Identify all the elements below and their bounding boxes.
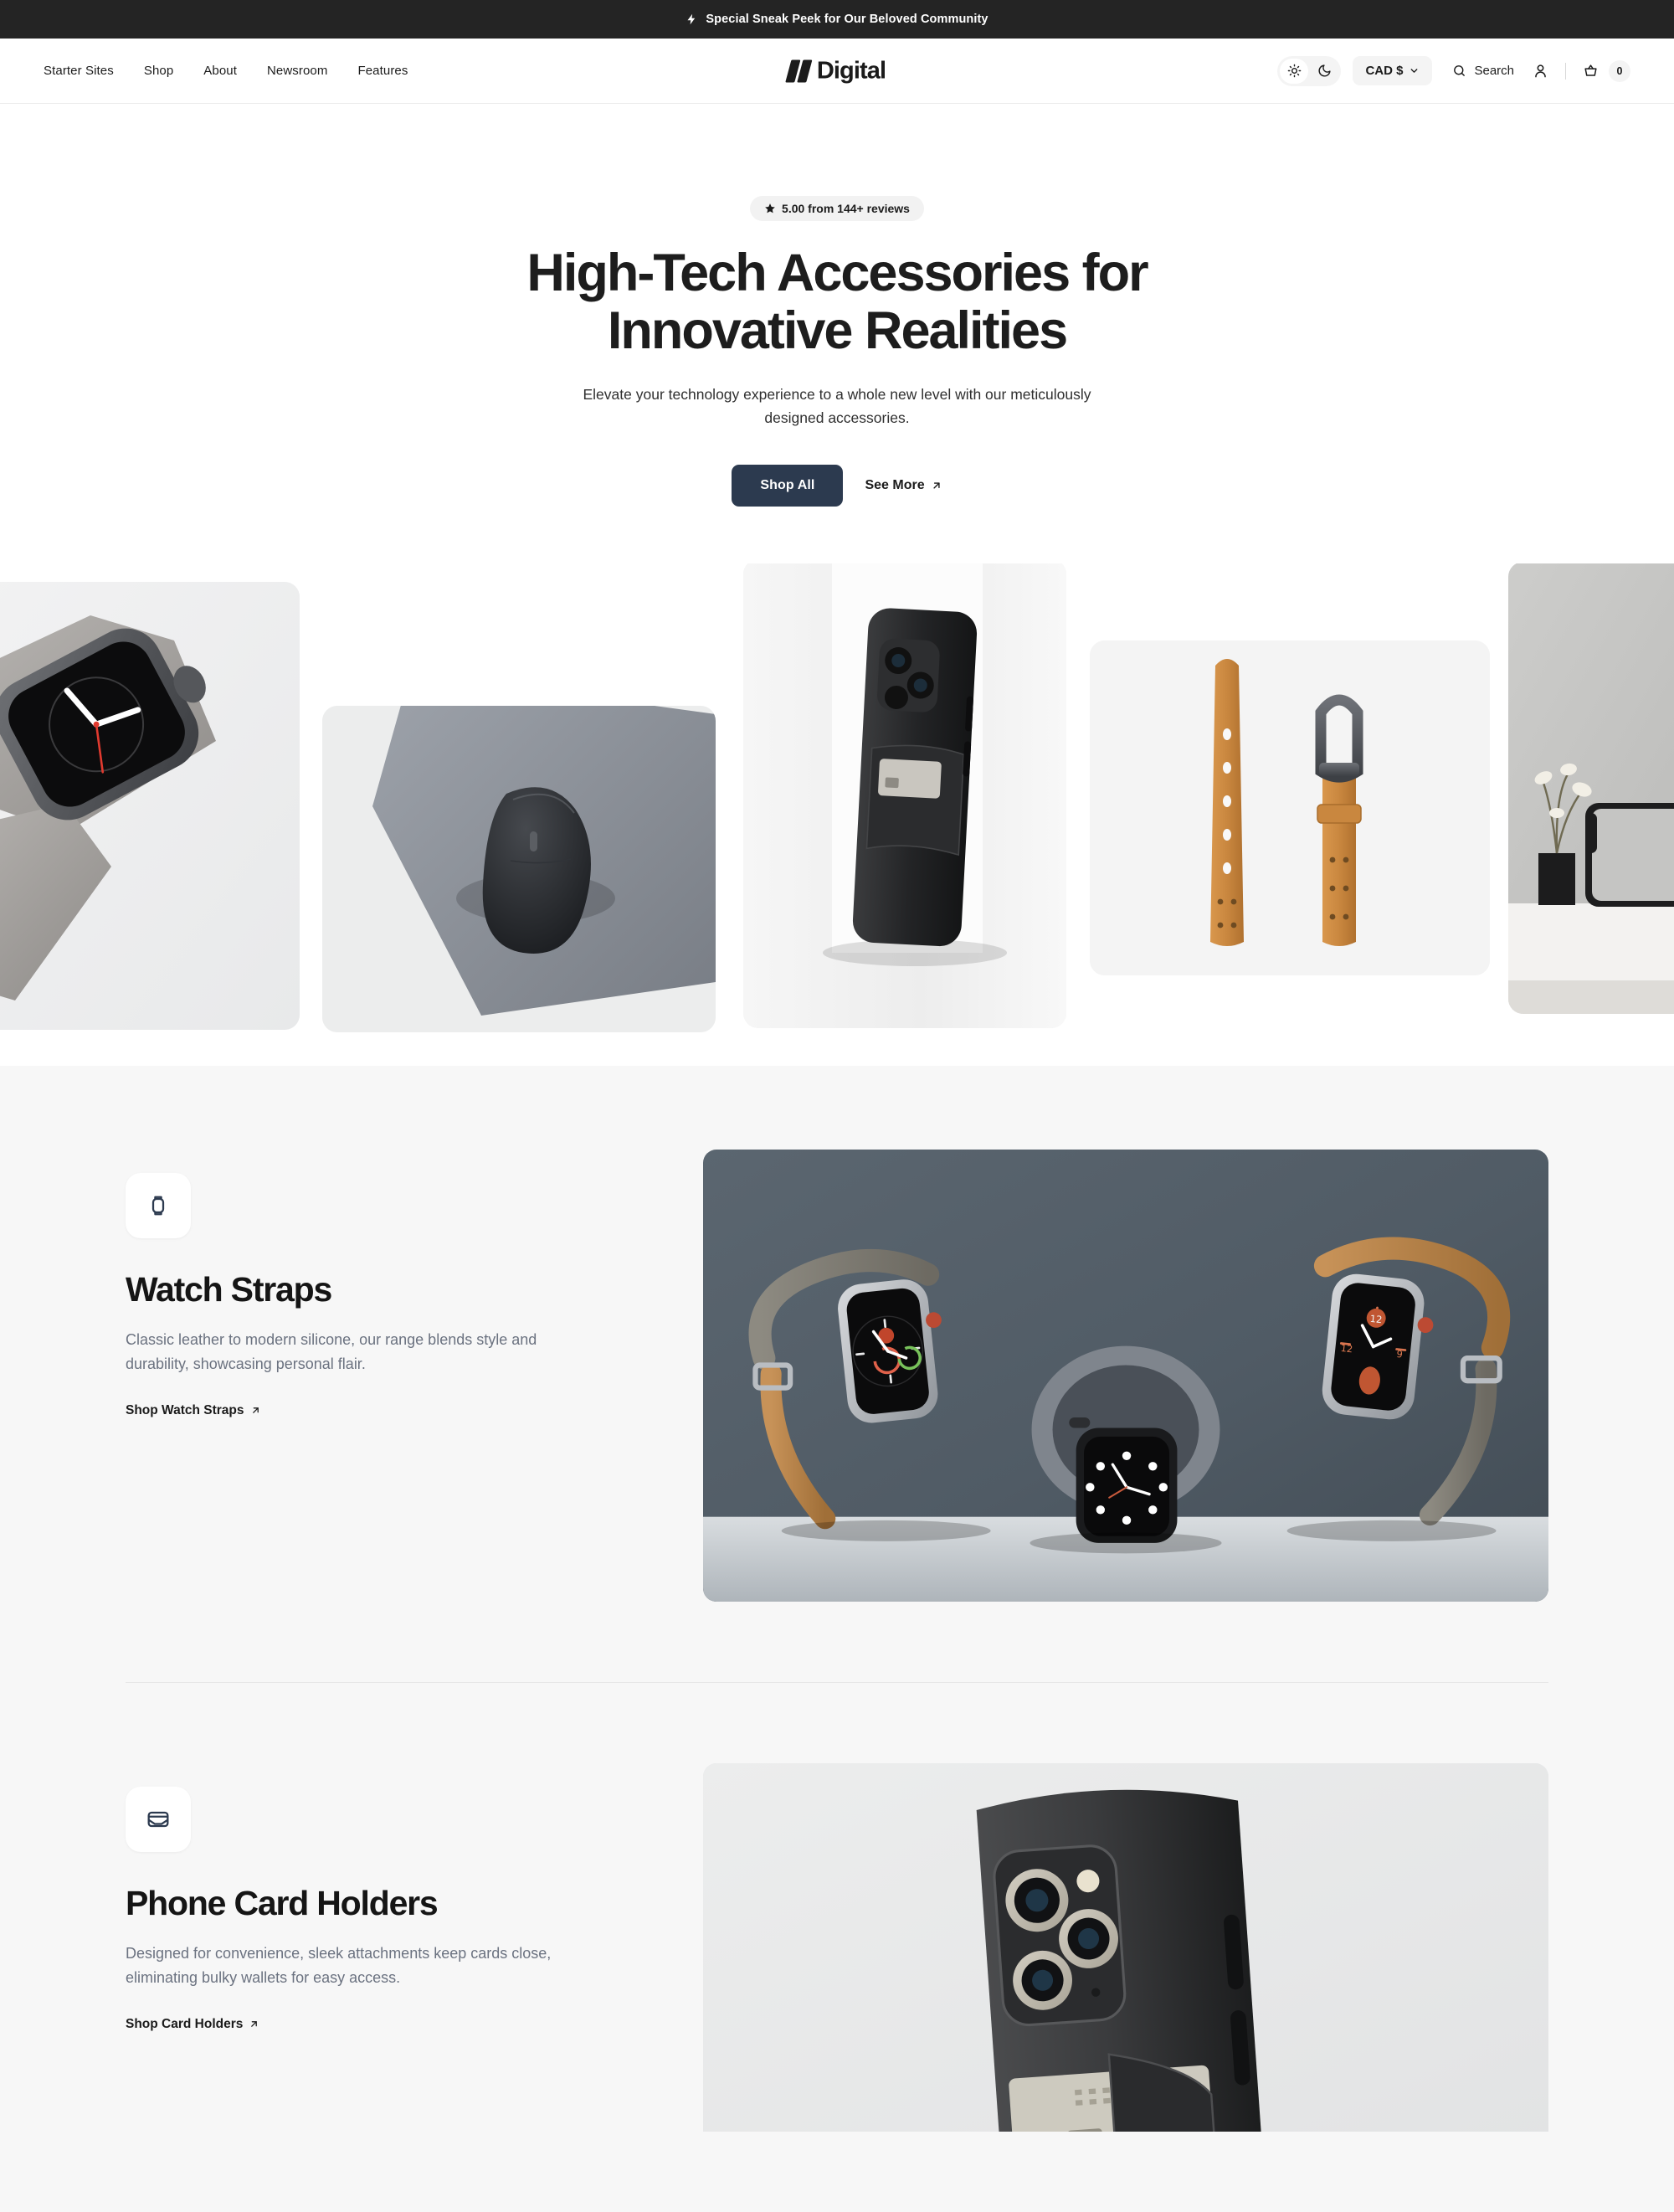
bolt-icon — [686, 12, 698, 27]
nav-item-features[interactable]: Features — [357, 64, 408, 78]
gallery-item-watch-strap[interactable] — [0, 582, 300, 1031]
site-logo[interactable]: Digital — [785, 57, 886, 85]
card-holder-icon — [126, 1787, 191, 1853]
see-more-button[interactable]: See More — [865, 478, 942, 493]
brand-name: Digital — [816, 57, 886, 84]
category-row-watch-straps: Watch Straps Classic leather to modern s… — [126, 1150, 1548, 1682]
shop-all-button[interactable]: Shop All — [732, 465, 844, 507]
search-label: Search — [1474, 64, 1514, 78]
gallery-item-leather-strap[interactable] — [1090, 640, 1490, 976]
hero-subtitle: Elevate your technology experience to a … — [583, 385, 1091, 426]
cart-count-badge: 0 — [1609, 59, 1630, 82]
page-title: High-Tech Accessories for Innovative Rea… — [0, 244, 1674, 361]
gallery-image-2 — [322, 706, 716, 1033]
hero-section: 5.00 from 144+ reviews High-Tech Accesso… — [0, 104, 1674, 1067]
hero-title-line-2: Innovative Realities — [607, 301, 1068, 361]
card-holder-photo — [703, 1763, 1548, 2132]
rating-badge: 5.00 from 144+ reviews — [750, 196, 924, 221]
category-title-watch-straps: Watch Straps — [126, 1270, 332, 1309]
site-header: Starter Sites Shop About Newsroom Featur… — [0, 39, 1674, 104]
sun-icon[interactable] — [1280, 58, 1309, 84]
gallery-item-phone-case[interactable] — [743, 563, 1066, 1029]
svg-text:12: 12 — [1369, 1313, 1383, 1325]
svg-text:9: 9 — [1396, 1348, 1404, 1361]
shop-watch-straps-link[interactable]: Shop Watch Straps — [126, 1403, 261, 1418]
category-title-card-holders: Phone Card Holders — [126, 1884, 439, 1923]
hero-cta-row: Shop All See More — [0, 465, 1674, 507]
announcement-text: Special Sneak Peek for Our Beloved Commu… — [706, 13, 988, 26]
announcement-bar: Special Sneak Peek for Our Beloved Commu… — [0, 0, 1674, 39]
theme-toggle[interactable] — [1277, 55, 1342, 86]
watch-straps-photo: 12 12 9 — [703, 1150, 1548, 1602]
digital-logo-icon — [785, 59, 813, 82]
chevron-down-icon — [1409, 65, 1420, 76]
shop-card-holders-label: Shop Card Holders — [126, 2016, 244, 2031]
user-icon — [1533, 63, 1548, 79]
gallery-image-3 — [743, 563, 1066, 1029]
category-description-watch-straps: Classic leather to modern silicone, our … — [126, 1331, 537, 1373]
smartwatch-icon — [126, 1173, 191, 1239]
star-icon — [764, 203, 776, 214]
gallery-image-4 — [1090, 640, 1490, 976]
primary-navigation: Starter Sites Shop About Newsroom Featur… — [44, 64, 408, 78]
category-sections: Watch Straps Classic leather to modern s… — [0, 1066, 1674, 2212]
category-row-card-holders: Phone Card Holders Designed for convenie… — [126, 1682, 1548, 2212]
nav-item-shop[interactable]: Shop — [144, 64, 173, 78]
svg-text:12: 12 — [1340, 1342, 1353, 1355]
search-button[interactable]: Search — [1444, 57, 1523, 85]
nav-item-starter-sites[interactable]: Starter Sites — [44, 64, 114, 78]
nav-item-about[interactable]: About — [203, 64, 237, 78]
gallery-image-1 — [0, 582, 300, 1031]
gallery-item-laptop-sleeve[interactable] — [1508, 563, 1674, 1015]
search-icon — [1452, 64, 1466, 78]
currency-value: CAD $ — [1365, 64, 1404, 78]
header-divider — [1565, 62, 1566, 80]
category-image-card-holders — [703, 1763, 1548, 2132]
gallery-item-mouse-pad[interactable] — [322, 706, 716, 1033]
gallery-image-5 — [1508, 563, 1674, 1015]
category-description-card-holders: Designed for convenience, sleek attachme… — [126, 1945, 552, 1987]
hero-title-line-1: High-Tech Accessories for — [526, 244, 1148, 302]
category-content-watch-straps: Watch Straps Classic leather to modern s… — [126, 1150, 644, 1418]
see-more-label: See More — [865, 478, 925, 493]
arrow-up-right-icon — [250, 1405, 261, 1416]
shop-watch-straps-label: Shop Watch Straps — [126, 1402, 244, 1417]
cart-button[interactable] — [1576, 56, 1605, 85]
arrow-up-right-icon — [931, 480, 942, 491]
moon-icon[interactable] — [1310, 59, 1338, 84]
currency-selector[interactable]: CAD $ — [1353, 56, 1433, 85]
shop-card-holders-link[interactable]: Shop Card Holders — [126, 2017, 259, 2032]
nav-item-newsroom[interactable]: Newsroom — [267, 64, 327, 78]
basket-icon — [1583, 63, 1599, 79]
arrow-up-right-icon — [249, 2019, 259, 2029]
rating-text: 5.00 from 144+ reviews — [782, 202, 910, 215]
account-button[interactable] — [1526, 56, 1555, 85]
product-gallery — [0, 563, 1674, 1066]
category-content-card-holders: Phone Card Holders Designed for convenie… — [126, 1763, 644, 2032]
category-image-watch-straps: 12 12 9 — [703, 1150, 1548, 1602]
header-actions: CAD $ Search 0 — [1277, 55, 1630, 86]
